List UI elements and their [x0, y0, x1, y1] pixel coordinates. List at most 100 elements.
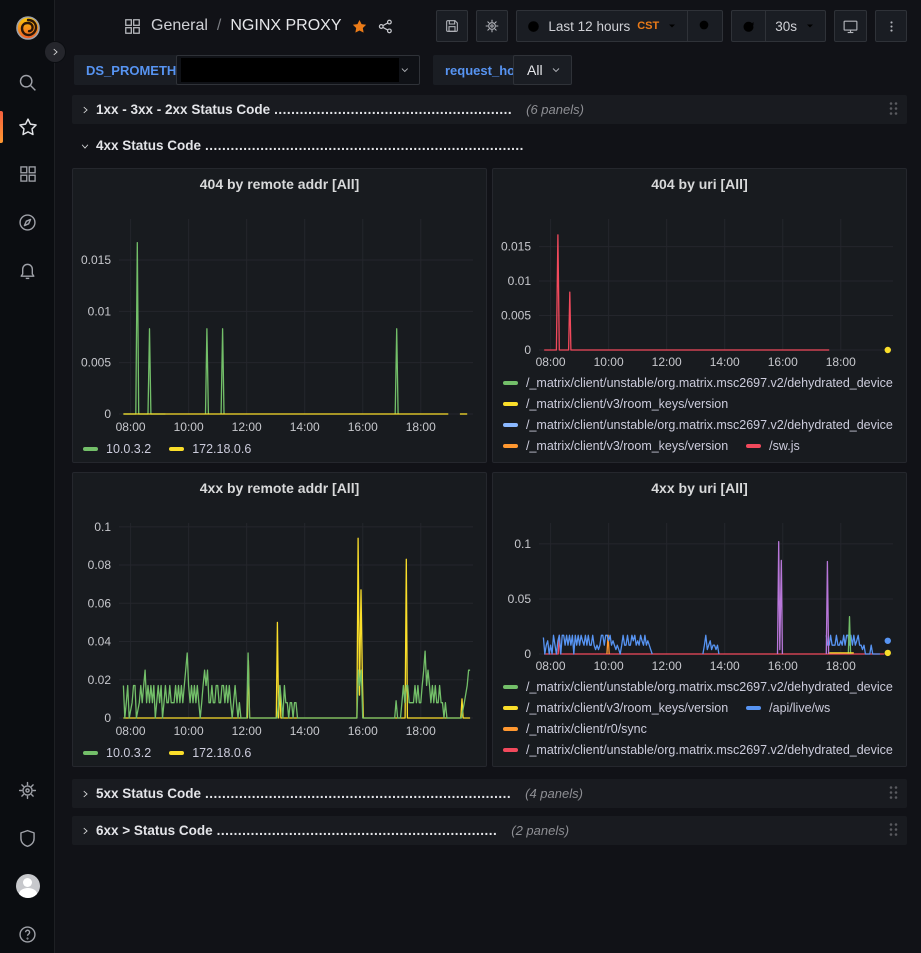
- svg-text:0.08: 0.08: [88, 558, 112, 572]
- grafana-dashboard: General / NGINX PROXY: [0, 0, 921, 953]
- timeseries-chart[interactable]: 00.0050.010.01508:0010:0012:0014:0016:00…: [493, 199, 906, 371]
- legend-item[interactable]: 172.18.0.6: [169, 442, 251, 456]
- row-4xx[interactable]: 4xx Status Code ........................…: [72, 131, 907, 160]
- svg-text:0.1: 0.1: [514, 537, 531, 551]
- legend-label: 172.18.0.6: [192, 442, 251, 456]
- legend-item[interactable]: 172.18.0.6: [169, 746, 251, 760]
- legend-label: /api/live/ws: [769, 701, 830, 715]
- legend-item[interactable]: /_matrix/client/v3/room_keys/version: [503, 701, 728, 715]
- legend-item[interactable]: /_matrix/client/v3/room_keys/version: [503, 439, 728, 453]
- svg-text:08:00: 08:00: [536, 355, 566, 369]
- gear-icon: [484, 18, 500, 34]
- svg-text:18:00: 18:00: [826, 659, 856, 673]
- legend-item[interactable]: /_matrix/client/unstable/org.matrix.msc2…: [503, 680, 893, 694]
- timeseries-chart[interactable]: 00.050.108:0010:0012:0014:0016:0018:00: [493, 503, 906, 675]
- legend-label: /sw.js: [769, 439, 800, 453]
- sidebar-item-configuration[interactable]: [0, 770, 55, 810]
- chart-legend: 10.0.3.2 172.18.0.6: [73, 746, 486, 760]
- sidebar-item-explore[interactable]: [0, 202, 55, 242]
- svg-text:14:00: 14:00: [710, 659, 740, 673]
- row-drag-handle[interactable]: [888, 822, 899, 840]
- panel-title[interactable]: 4xx by uri [All]: [493, 473, 906, 503]
- row-1xx-3xx-2xx[interactable]: 1xx - 3xx - 2xx Status Code ............…: [72, 95, 907, 124]
- chevron-down-icon: [399, 64, 411, 76]
- question-icon: [17, 924, 38, 945]
- svg-text:08:00: 08:00: [536, 659, 566, 673]
- save-dashboard-button[interactable]: [436, 10, 468, 42]
- legend-label: 10.0.3.2: [106, 746, 151, 760]
- share-icon: [377, 18, 394, 35]
- variable-value-request-host[interactable]: All: [513, 55, 572, 85]
- sidebar-item-search[interactable]: [0, 62, 55, 102]
- chart-legend: 10.0.3.2 172.18.0.6: [73, 442, 486, 456]
- panel-title[interactable]: 4xx by remote addr [All]: [73, 473, 486, 503]
- tv-mode-button[interactable]: [834, 10, 867, 42]
- share-button[interactable]: [377, 18, 394, 35]
- chevron-right-icon: [80, 826, 90, 836]
- refresh-interval-label: 30s: [775, 19, 797, 34]
- refresh-interval-picker[interactable]: 30s: [765, 11, 825, 41]
- sidebar-item-dashboards[interactable]: [0, 154, 55, 194]
- kebab-menu-icon: [884, 19, 899, 34]
- active-indicator: [0, 111, 3, 143]
- legend-item[interactable]: /_matrix/client/v3/room_keys/version: [503, 397, 728, 411]
- legend-item[interactable]: /_matrix/client/unstable/org.matrix.msc2…: [503, 418, 893, 432]
- grafana-logo[interactable]: [0, 8, 55, 48]
- sidebar-item-help[interactable]: [0, 914, 55, 953]
- row-6xx[interactable]: 6xx > Status Code ......................…: [72, 816, 907, 845]
- svg-text:0.02: 0.02: [88, 673, 112, 687]
- sidebar-item-alerting[interactable]: [0, 250, 55, 290]
- legend-swatch: [83, 751, 98, 755]
- compass-icon: [17, 212, 38, 233]
- sidebar: [0, 0, 55, 953]
- svg-text:10:00: 10:00: [594, 355, 624, 369]
- zoom-out-time-button[interactable]: [687, 11, 722, 41]
- legend-swatch: [83, 447, 98, 451]
- legend-item[interactable]: /_matrix/client/unstable/org.matrix.msc2…: [503, 376, 893, 390]
- svg-text:0.05: 0.05: [508, 592, 532, 606]
- panel-title[interactable]: 404 by remote addr [All]: [73, 169, 486, 199]
- dashboard-settings-button[interactable]: [476, 10, 508, 42]
- row-title: 1xx - 3xx - 2xx Status Code: [96, 102, 270, 117]
- row-dots: ........................................…: [217, 823, 498, 838]
- legend-item[interactable]: /_matrix/client/r0/sync: [503, 722, 647, 736]
- timezone-badge: CST: [637, 20, 659, 32]
- sidebar-expand-button[interactable]: [44, 41, 66, 63]
- clock-icon: [526, 19, 541, 34]
- row-5xx[interactable]: 5xx Status Code ........................…: [72, 779, 907, 808]
- svg-text:08:00: 08:00: [116, 420, 146, 434]
- top-navigation: General / NGINX PROXY: [55, 0, 921, 52]
- sidebar-item-starred[interactable]: [0, 107, 55, 147]
- sidebar-item-profile[interactable]: [0, 866, 55, 906]
- svg-text:0.06: 0.06: [88, 596, 112, 610]
- refresh-button[interactable]: [732, 11, 765, 41]
- timeseries-chart[interactable]: 00.0050.010.01508:0010:0012:0014:0016:00…: [73, 199, 486, 434]
- legend-item[interactable]: /api/live/ws: [746, 701, 830, 715]
- time-range-label: Last 12 hours: [548, 19, 630, 34]
- sidebar-item-server-admin[interactable]: [0, 818, 55, 858]
- svg-text:10:00: 10:00: [174, 420, 204, 434]
- legend-item[interactable]: 10.0.3.2: [83, 746, 151, 760]
- chevron-down-icon: [666, 20, 678, 32]
- time-range-picker[interactable]: Last 12 hours CST: [517, 11, 687, 41]
- breadcrumb-folder[interactable]: General: [151, 17, 208, 35]
- legend-item[interactable]: /sw.js: [746, 439, 800, 453]
- row-drag-handle[interactable]: [888, 101, 899, 119]
- variable-value-ds-prometheus[interactable]: [176, 55, 420, 85]
- legend-swatch: [746, 706, 761, 710]
- panel-title[interactable]: 404 by uri [All]: [493, 169, 906, 199]
- dashboard-actions: Last 12 hours CST: [436, 10, 907, 42]
- chart-legend: /_matrix/client/unstable/org.matrix.msc2…: [493, 680, 906, 757]
- legend-item[interactable]: 10.0.3.2: [83, 442, 151, 456]
- more-options-button[interactable]: [875, 10, 907, 42]
- row-dots: ........................................…: [274, 102, 512, 117]
- panel-404-by-remote-addr: 404 by remote addr [All] 00.0050.010.015…: [72, 168, 487, 463]
- legend-item[interactable]: /_matrix/client/unstable/org.matrix.msc2…: [503, 743, 893, 757]
- chevron-right-icon: [50, 47, 60, 57]
- legend-swatch: [503, 444, 518, 448]
- redacted-value: [181, 58, 399, 82]
- favorite-star-button[interactable]: [351, 18, 368, 35]
- legend-label: /_matrix/client/r0/sync: [526, 722, 647, 736]
- row-drag-handle[interactable]: [888, 785, 899, 803]
- timeseries-chart[interactable]: 00.020.040.060.080.108:0010:0012:0014:00…: [73, 503, 486, 738]
